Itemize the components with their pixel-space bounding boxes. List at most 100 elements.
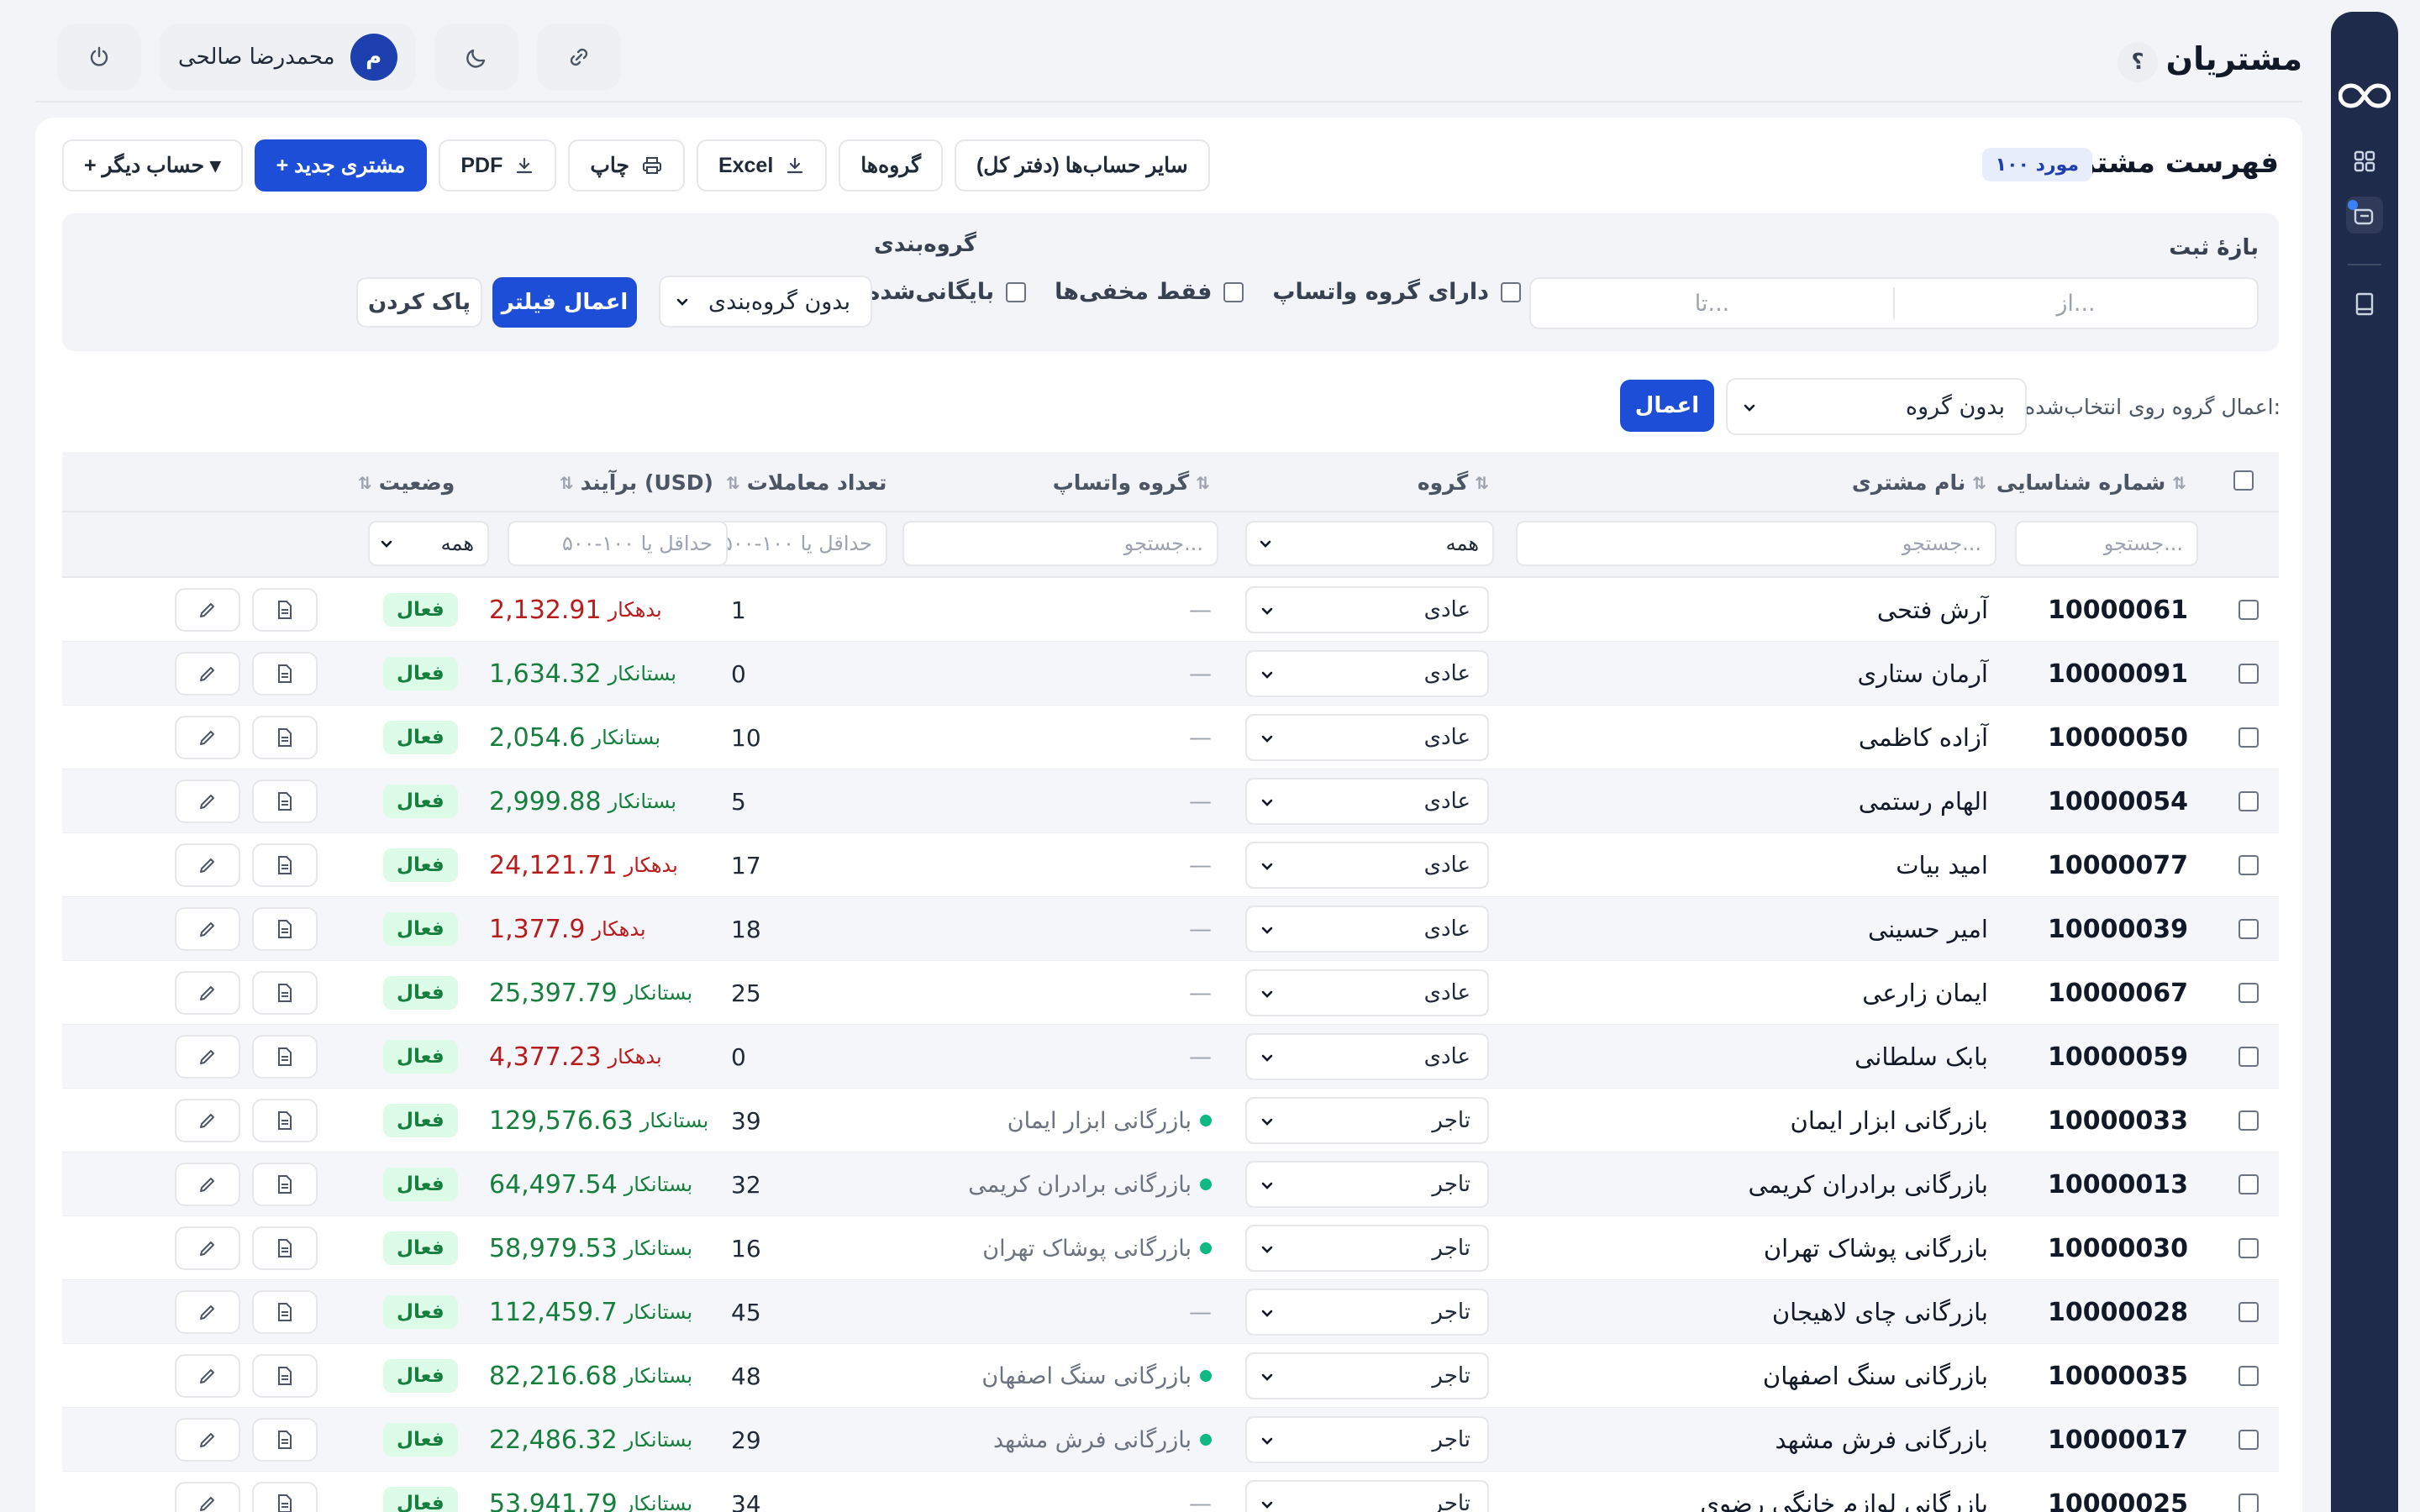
- row-group-select[interactable]: عادی: [1245, 778, 1489, 825]
- other-account-button[interactable]: + حساب دیگر ▾: [62, 139, 243, 192]
- rail-customers-icon[interactable]: [2346, 197, 2383, 234]
- table-row[interactable]: 10000061 آرش فتحی عادی — 1 2,132.91 بدهکار فعال: [62, 578, 2279, 642]
- edit-button[interactable]: [175, 1354, 240, 1398]
- table-row[interactable]: 10000033 بازرگانی ابزار ایمان تاجر بازرگانی…: [62, 1089, 2279, 1152]
- edit-button[interactable]: [175, 1482, 240, 1512]
- edit-button[interactable]: [175, 907, 240, 951]
- statement-button[interactable]: [252, 971, 318, 1015]
- row-checkbox[interactable]: [2238, 727, 2259, 748]
- row-group-select[interactable]: عادی: [1245, 586, 1489, 633]
- column-header-transactions[interactable]: ⇅ تعداد معاملات: [726, 470, 886, 495]
- edit-button[interactable]: [175, 588, 240, 632]
- rail-dashboard-icon[interactable]: [2346, 143, 2383, 180]
- has-whatsapp-filter[interactable]: دارای گروه واتساپ: [1272, 279, 1521, 305]
- column-header-whatsapp[interactable]: گروه واتساپ ⇅: [1053, 470, 1210, 495]
- help-button[interactable]: ؟: [2118, 42, 2158, 82]
- whatsapp-group-name[interactable]: بازرگانی سنگ اصفهان: [981, 1363, 1192, 1389]
- edit-button[interactable]: [175, 971, 240, 1015]
- customer-name[interactable]: بازرگانی فرش مشهد: [1776, 1408, 1989, 1472]
- table-row[interactable]: 10000030 بازرگانی پوشاک تهران تاجر بازرگانی…: [62, 1216, 2279, 1280]
- row-group-select[interactable]: عادی: [1245, 714, 1489, 761]
- rail-book-icon[interactable]: [2346, 286, 2383, 323]
- edit-button[interactable]: [175, 843, 240, 887]
- row-group-select[interactable]: عادی: [1245, 842, 1489, 889]
- row-group-select[interactable]: عادی: [1245, 1033, 1489, 1080]
- row-checkbox[interactable]: [2238, 1302, 2259, 1322]
- customer-name[interactable]: امید بیات: [1896, 833, 1988, 897]
- infinity-logo-icon[interactable]: [2338, 79, 2391, 113]
- row-group-select[interactable]: عادی: [1245, 906, 1489, 953]
- row-checkbox[interactable]: [2238, 1047, 2259, 1067]
- table-row[interactable]: 10000091 آرمان ستاری عادی — 0 1,634.32 بستانکا…: [62, 642, 2279, 706]
- table-row[interactable]: 10000059 بابک سلطانی عادی — 0 4,377.23 بدهکار ف…: [62, 1025, 2279, 1089]
- table-row[interactable]: 10000028 بازرگانی چای لاهیجان تاجر — 45 112,4…: [62, 1280, 2279, 1344]
- user-menu[interactable]: محمدرضا صالحی م: [160, 24, 416, 91]
- customer-name[interactable]: بابک سلطانی: [1854, 1025, 1988, 1089]
- statement-button[interactable]: [252, 843, 318, 887]
- table-row[interactable]: 10000017 بازرگانی فرش مشهد تاجر بازرگانی فر…: [62, 1408, 2279, 1472]
- row-checkbox[interactable]: [2238, 1430, 2259, 1450]
- logout-button[interactable]: [57, 24, 141, 91]
- edit-button[interactable]: [175, 780, 240, 823]
- only-hidden-filter[interactable]: فقط مخفی‌ها: [1055, 279, 1244, 305]
- statement-button[interactable]: [252, 1035, 318, 1079]
- edit-button[interactable]: [175, 716, 240, 759]
- whatsapp-filter-input[interactable]: جستجو...: [902, 521, 1218, 566]
- bulk-group-select[interactable]: بدون گروه: [1726, 378, 2027, 435]
- row-checkbox[interactable]: [2238, 855, 2259, 875]
- statement-button[interactable]: [252, 1163, 318, 1206]
- checkbox[interactable]: [1006, 281, 1027, 302]
- row-checkbox[interactable]: [2238, 1238, 2259, 1258]
- balance-filter-input[interactable]: حداقل یا ۱۰۰-۵۰۰: [508, 521, 728, 566]
- row-checkbox[interactable]: [2238, 664, 2259, 684]
- groups-button[interactable]: گروه‌ها: [839, 139, 943, 192]
- whatsapp-group-name[interactable]: بازرگانی برادران کریمی: [968, 1172, 1192, 1198]
- edit-button[interactable]: [175, 1418, 240, 1462]
- statement-button[interactable]: [252, 1418, 318, 1462]
- customer-name[interactable]: بازرگانی برادران کریمی: [1749, 1152, 1988, 1216]
- from-date-input[interactable]: از...: [1895, 279, 2257, 328]
- customer-name[interactable]: امیر حسینی: [1868, 897, 1988, 961]
- row-checkbox[interactable]: [2238, 791, 2259, 811]
- statement-button[interactable]: [252, 1354, 318, 1398]
- row-checkbox[interactable]: [2238, 600, 2259, 620]
- table-row[interactable]: 10000035 بازرگانی سنگ اصفهان تاجر بازرگانی …: [62, 1344, 2279, 1408]
- statement-button[interactable]: [252, 588, 318, 632]
- group-filter-select[interactable]: همه: [1245, 521, 1494, 566]
- column-header-group[interactable]: گروه ⇅: [1418, 470, 1489, 495]
- column-header-name[interactable]: نام مشتری ⇅: [1852, 470, 1986, 495]
- name-filter-input[interactable]: جستجو...: [1516, 521, 1996, 566]
- customer-name[interactable]: آرمان ستاری: [1857, 642, 1988, 706]
- statement-button[interactable]: [252, 780, 318, 823]
- customer-name[interactable]: بازرگانی پوشاک تهران: [1764, 1216, 1988, 1280]
- row-group-select[interactable]: عادی: [1245, 969, 1489, 1016]
- excel-button[interactable]: Excel: [696, 139, 828, 192]
- edit-button[interactable]: [175, 1163, 240, 1206]
- table-row[interactable]: 10000067 ایمان زارعی عادی — 25 25,397.79 بستان…: [62, 961, 2279, 1025]
- row-checkbox[interactable]: [2238, 1110, 2259, 1131]
- customer-name[interactable]: بازرگانی لوازم خانگی رضوی: [1700, 1472, 1988, 1512]
- row-checkbox[interactable]: [2238, 1494, 2259, 1512]
- statement-button[interactable]: [252, 907, 318, 951]
- row-group-select[interactable]: تاجر: [1245, 1289, 1489, 1336]
- statement-button[interactable]: [252, 1099, 318, 1142]
- edit-button[interactable]: [175, 1035, 240, 1079]
- statement-button[interactable]: [252, 1290, 318, 1334]
- edit-button[interactable]: [175, 1226, 240, 1270]
- table-row[interactable]: 10000050 آزاده کاظمی عادی — 10 2,054.6 بستانکا…: [62, 706, 2279, 769]
- copy-link-button[interactable]: [536, 24, 621, 91]
- date-range-input[interactable]: تا... از...: [1529, 277, 2259, 329]
- statement-button[interactable]: [252, 652, 318, 696]
- checkbox[interactable]: [1223, 281, 1244, 302]
- customer-name[interactable]: الهام رستمی: [1859, 769, 1988, 833]
- whatsapp-group-name[interactable]: بازرگانی ابزار ایمان: [1007, 1108, 1192, 1134]
- customer-name[interactable]: ایمان زارعی: [1862, 961, 1988, 1025]
- pdf-button[interactable]: PDF: [439, 139, 557, 192]
- statement-button[interactable]: [252, 1482, 318, 1512]
- column-header-id[interactable]: شماره شناسایی ⇅: [1996, 470, 2186, 495]
- table-row[interactable]: 10000039 امیر حسینی عادی — 18 1,377.9 بدهکار فع…: [62, 897, 2279, 961]
- customer-name[interactable]: بازرگانی ابزار ایمان: [1791, 1089, 1988, 1152]
- column-header-balance[interactable]: ⇅ برآیند (USD): [560, 470, 713, 495]
- status-filter-select[interactable]: همه: [368, 521, 489, 566]
- row-group-select[interactable]: تاجر: [1245, 1097, 1489, 1144]
